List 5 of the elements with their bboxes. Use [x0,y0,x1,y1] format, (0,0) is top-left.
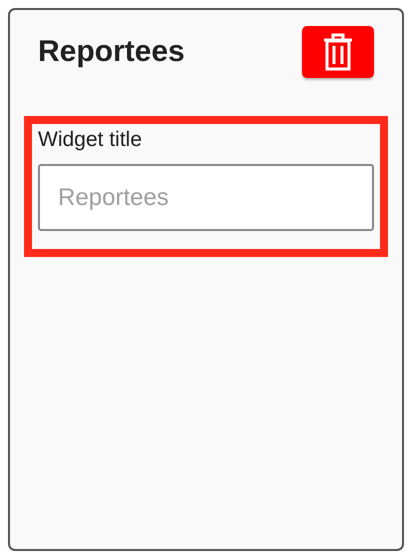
trash-icon [323,33,353,71]
field-label: Widget title [38,128,143,152]
title-input[interactable]: Reportees [38,164,374,231]
widget-title: Reportees [38,35,185,69]
delete-button[interactable] [302,26,374,78]
